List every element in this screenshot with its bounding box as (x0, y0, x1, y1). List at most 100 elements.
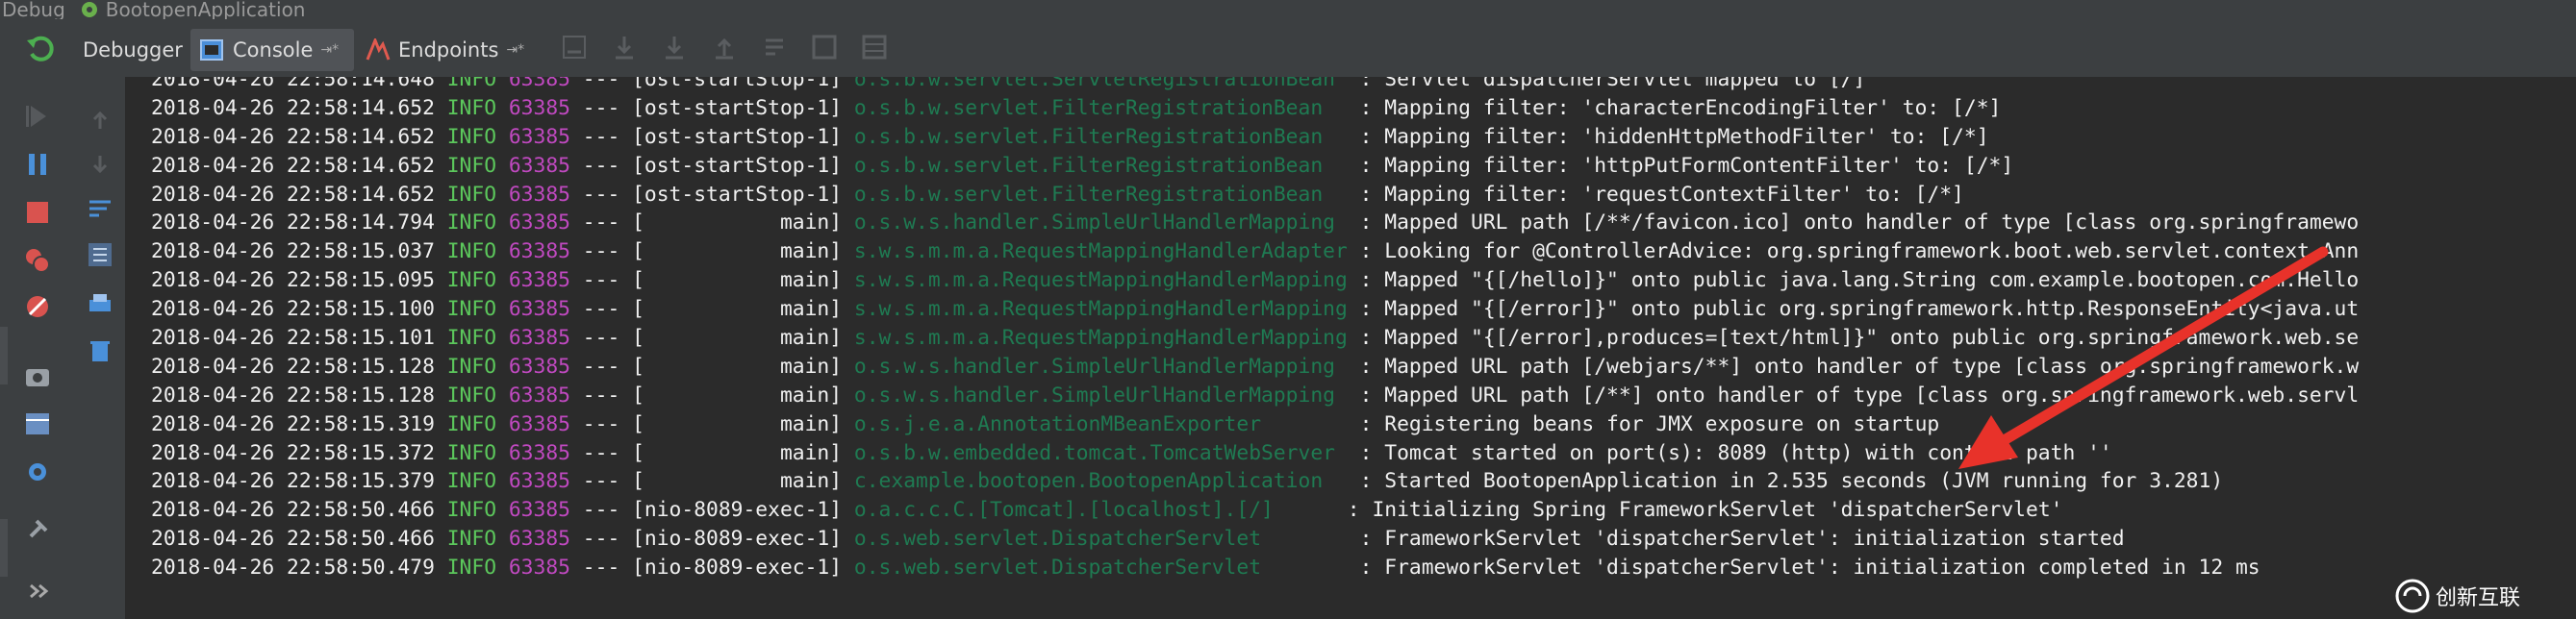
log-level: INFO (446, 326, 497, 351)
log-separator: --- (582, 210, 620, 235)
resume-icon[interactable] (23, 102, 52, 131)
log-message: : Looking for @ControllerAdvice: org.spr… (1359, 239, 2360, 264)
tab-debugger[interactable]: Debugger (83, 29, 183, 71)
log-level: INFO (446, 182, 497, 207)
log-message: : Started BootopenApplication in 2.535 s… (1359, 469, 2224, 494)
log-thread: [ main] (632, 440, 843, 465)
window-title-app: BootopenApplication (105, 0, 306, 21)
log-thread: [ main] (632, 268, 843, 293)
log-separator: --- (582, 326, 620, 351)
log-separator: --- (582, 556, 620, 581)
log-separator: --- (582, 411, 620, 436)
clear-all-icon[interactable] (86, 336, 114, 365)
log-thread: [nio-8089-exec-1] (632, 527, 843, 552)
log-line: 2018-04-26 22:58:14.648 INFO 63385 --- [… (151, 77, 2359, 94)
spring-boot-icon (81, 2, 97, 17)
pause-icon[interactable] (23, 150, 52, 179)
scroll-up-icon[interactable] (86, 106, 114, 135)
log-pid: 63385 (508, 326, 570, 351)
log-level: INFO (446, 153, 497, 178)
log-timestamp: 2018-04-26 22:58:50.466 (151, 498, 435, 523)
tab-endpoints[interactable]: Endpoints ⇥* (366, 29, 524, 71)
more-icon[interactable] (25, 577, 54, 606)
evaluate-icon[interactable] (810, 33, 839, 62)
sidebar-edge-stripe (0, 327, 8, 384)
tab-console-pin-icon[interactable]: ⇥* (320, 42, 339, 58)
console-actions-sidebar (75, 77, 126, 619)
print-icon[interactable] (86, 290, 114, 319)
scroll-to-end-icon[interactable] (86, 240, 114, 269)
log-line: 2018-04-26 22:58:14.652 INFO 63385 --- [… (151, 94, 2359, 123)
view-breakpoints-icon[interactable] (23, 246, 52, 275)
log-message: : Servlet dispatcherServlet mapped to [/… (1359, 77, 1866, 91)
log-line: 2018-04-26 22:58:15.372 INFO 63385 --- [… (151, 439, 2359, 468)
log-logger: s.w.s.m.m.a.RequestMappingHandlerMapping (853, 297, 1348, 322)
log-timestamp: 2018-04-26 22:58:15.128 (151, 354, 435, 379)
log-line: 2018-04-26 22:58:14.652 INFO 63385 --- [… (151, 123, 2359, 152)
run-to-cursor-icon[interactable] (760, 33, 789, 62)
step-into-icon[interactable] (610, 33, 639, 62)
camera-icon[interactable] (23, 361, 52, 390)
scroll-down-icon[interactable] (86, 150, 114, 179)
rerun-icon[interactable] (25, 33, 58, 65)
force-step-into-icon[interactable] (660, 33, 689, 62)
log-separator: --- (582, 239, 620, 264)
log-thread: [ost-startStop-1] (632, 124, 843, 149)
log-separator: --- (582, 95, 620, 120)
log-separator: --- (582, 469, 620, 494)
log-level: INFO (446, 383, 497, 408)
settings-icon[interactable] (23, 458, 52, 486)
log-message: : Mapping filter: 'httpPutFormContentFil… (1359, 153, 2014, 178)
log-line: 2018-04-26 22:58:14.652 INFO 63385 --- [… (151, 181, 2359, 210)
log-line: 2018-04-26 22:58:14.652 INFO 63385 --- [… (151, 152, 2359, 181)
log-thread: [ main] (632, 469, 843, 494)
stop-icon[interactable] (23, 198, 52, 227)
log-line: 2018-04-26 22:58:15.095 INFO 63385 --- [… (151, 266, 2359, 295)
log-level: INFO (446, 239, 497, 264)
log-thread: [ main] (632, 383, 843, 408)
log-pid: 63385 (508, 210, 570, 235)
log-line: 2018-04-26 22:58:15.128 INFO 63385 --- [… (151, 353, 2359, 382)
log-line: 2018-04-26 22:58:15.128 INFO 63385 --- [… (151, 382, 2359, 410)
window-title-debug: Debug (2, 0, 65, 21)
debug-toolbar: Debugger Console ⇥* Endpoints ⇥* (0, 19, 2576, 78)
mute-breakpoints-icon[interactable] (23, 292, 52, 321)
console-output[interactable]: 2018-04-26 22:58:14.648 INFO 63385 --- [… (126, 77, 2576, 619)
log-level: INFO (446, 527, 497, 552)
log-logger: o.s.b.w.servlet.FilterRegistrationBean (853, 124, 1348, 149)
step-out-icon[interactable] (710, 33, 739, 62)
log-pid: 63385 (508, 95, 570, 120)
log-pid: 63385 (508, 383, 570, 408)
log-timestamp: 2018-04-26 22:58:14.652 (151, 153, 435, 178)
log-timestamp: 2018-04-26 22:58:15.037 (151, 239, 435, 264)
soft-wrap-icon[interactable] (86, 194, 114, 223)
log-separator: --- (582, 440, 620, 465)
tab-console[interactable]: Console ⇥* (190, 29, 354, 71)
log-level: INFO (446, 297, 497, 322)
log-timestamp: 2018-04-26 22:58:15.379 (151, 469, 435, 494)
table-icon[interactable] (860, 33, 889, 62)
log-timestamp: 2018-04-26 22:58:15.100 (151, 297, 435, 322)
log-message: : Mapped "{[/error]}" onto public org.sp… (1359, 297, 2360, 322)
layout-icon[interactable] (23, 409, 52, 438)
log-thread: [ost-startStop-1] (632, 182, 843, 207)
log-level: INFO (446, 498, 497, 523)
log-timestamp: 2018-04-26 22:58:15.372 (151, 440, 435, 465)
log-timestamp: 2018-04-26 22:58:14.652 (151, 95, 435, 120)
tab-endpoints-pin-icon[interactable]: ⇥* (506, 42, 524, 58)
log-separator: --- (582, 268, 620, 293)
log-thread: [nio-8089-exec-1] (632, 498, 843, 523)
log-pid: 63385 (508, 469, 570, 494)
log-line: 2018-04-26 22:58:50.479 INFO 63385 --- [… (151, 554, 2359, 582)
pin-icon[interactable] (23, 515, 52, 544)
log-thread: [ost-startStop-1] (632, 77, 843, 91)
log-thread: [ main] (632, 210, 843, 235)
step-over-icon[interactable] (560, 33, 589, 62)
log-level: INFO (446, 411, 497, 436)
log-timestamp: 2018-04-26 22:58:14.794 (151, 210, 435, 235)
log-message: : Mapped URL path [/webjars/**] onto han… (1359, 354, 2360, 379)
log-logger: o.s.w.s.handler.SimpleUrlHandlerMapping (853, 354, 1348, 379)
log-message: : FrameworkServlet 'dispatcherServlet': … (1359, 556, 2260, 581)
log-pid: 63385 (508, 268, 570, 293)
watermark-logo-icon (2395, 579, 2430, 613)
